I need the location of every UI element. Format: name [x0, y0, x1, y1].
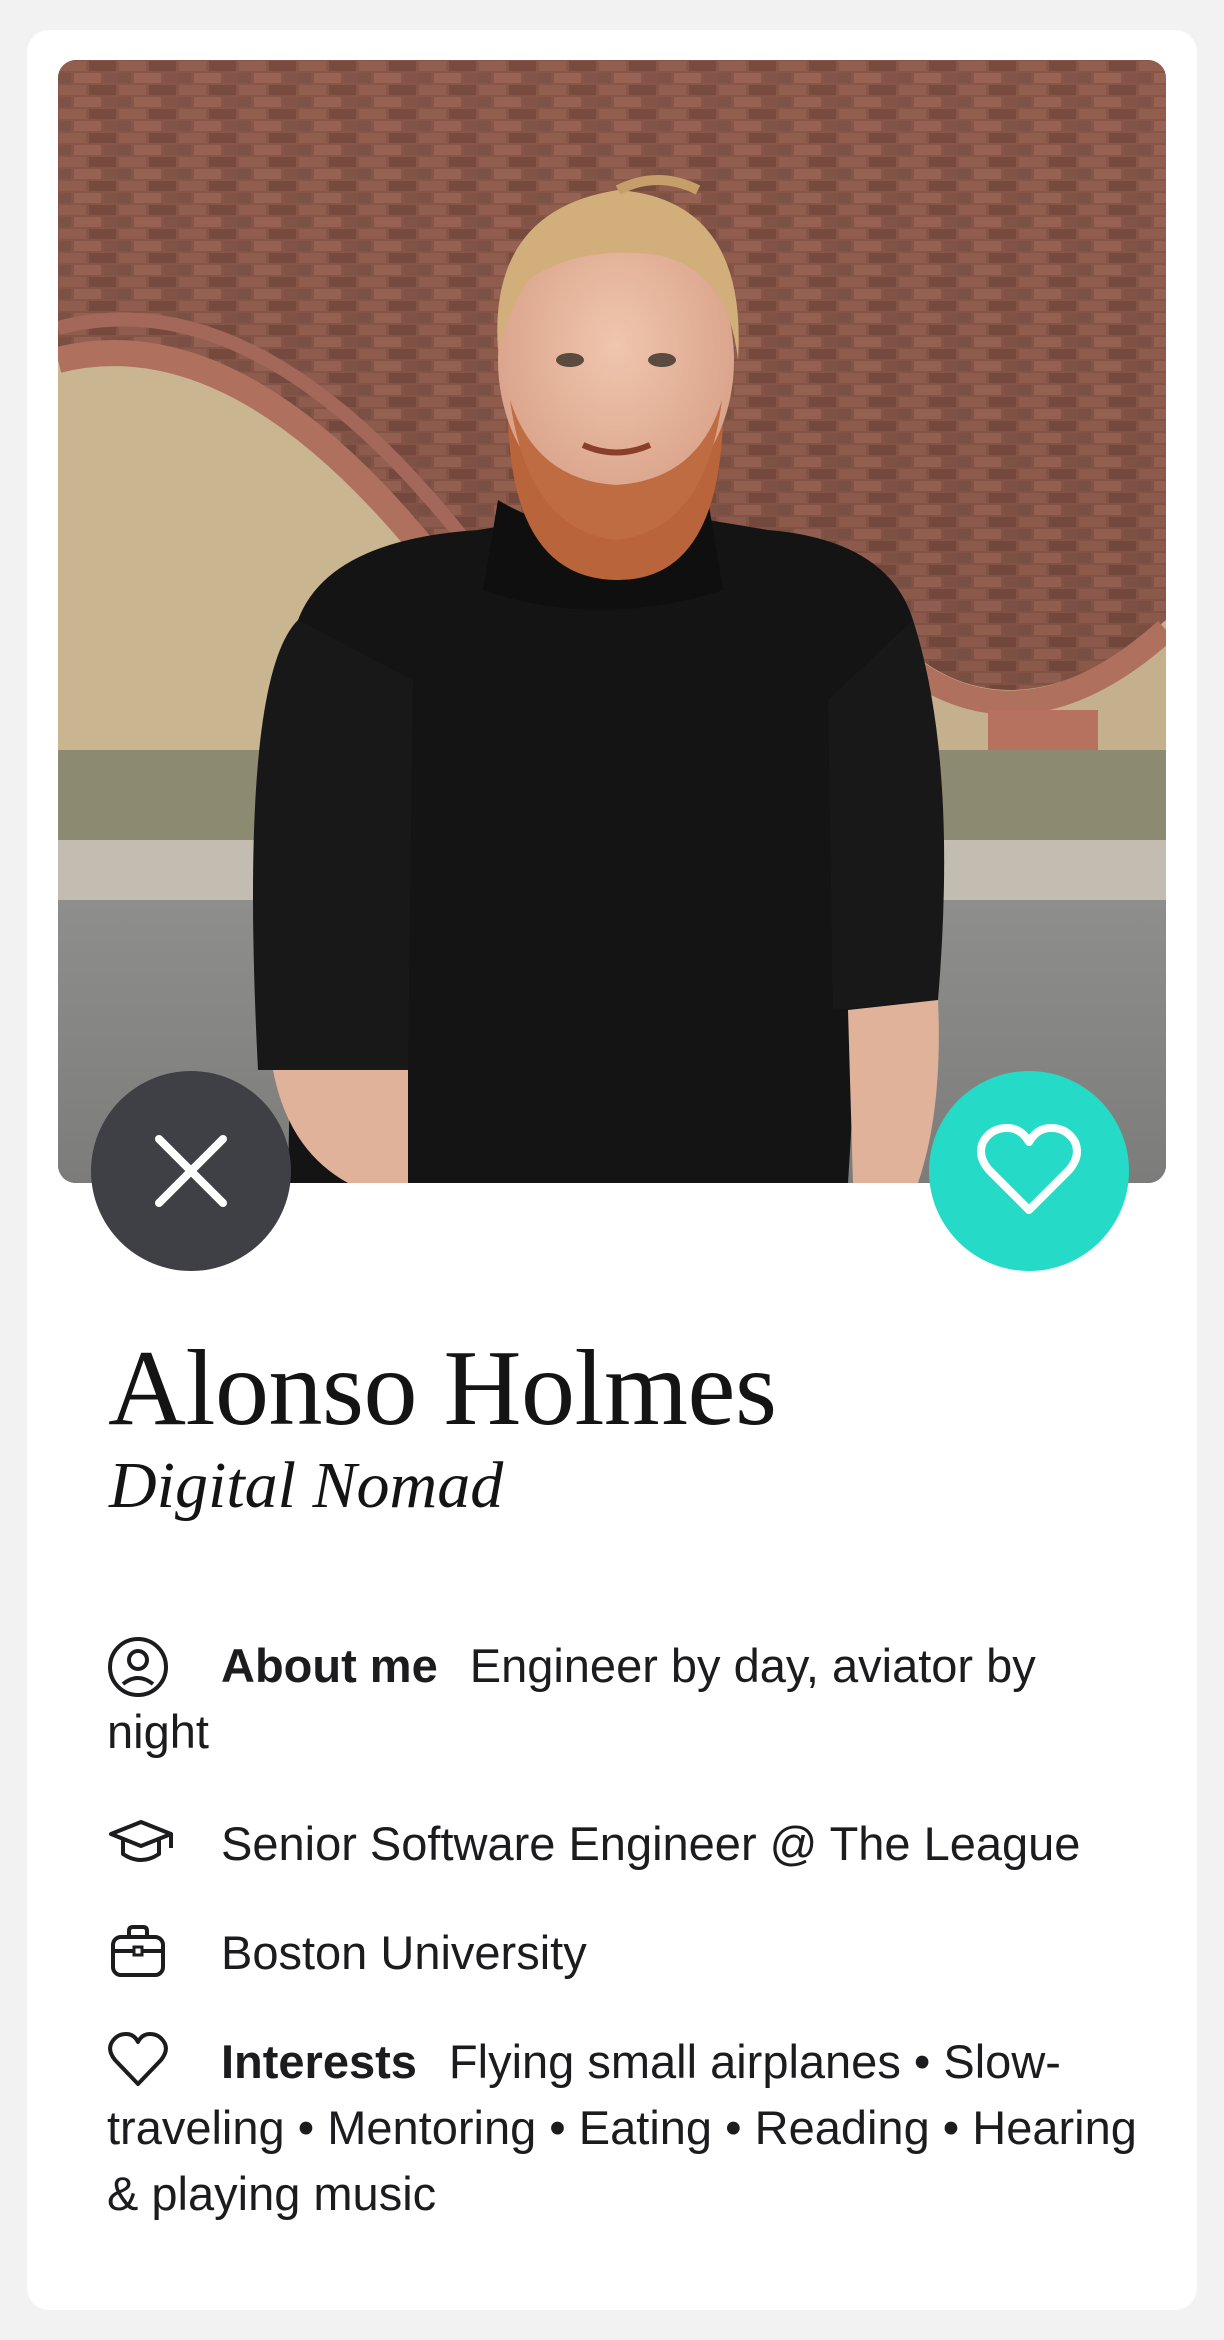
profile-card: Alonso Holmes Digital Nomad About me Engi… [27, 30, 1197, 2310]
about-row: About me Engineer by day, aviator by nigh… [107, 1633, 1147, 1765]
job-text: Senior Software Engineer @ The League [221, 1817, 1081, 1870]
like-button[interactable] [929, 1071, 1129, 1271]
school-row: Boston University [107, 1920, 1147, 1986]
interests-row: Interests Flying small airplanes • Slow-t… [107, 2029, 1147, 2227]
profile-photo [58, 60, 1166, 1183]
profile-tagline: Digital Nomad [109, 1449, 504, 1522]
profile-photo-image [58, 60, 1166, 1183]
school-text: Boston University [221, 1926, 587, 1979]
job-row: Senior Software Engineer @ The League [107, 1811, 1147, 1877]
close-icon [155, 1135, 227, 1207]
interests-label: Interests [221, 2035, 417, 2088]
pass-button[interactable] [91, 1071, 291, 1271]
user-circle-icon [107, 1636, 187, 1697]
graduation-cap-icon [107, 1814, 187, 1874]
heart-icon [977, 1124, 1081, 1214]
heart-outline-icon [107, 2032, 187, 2092]
profile-name: Alonso Holmes [108, 1329, 777, 1448]
briefcase-icon [107, 1923, 187, 1983]
about-label: About me [221, 1639, 438, 1692]
